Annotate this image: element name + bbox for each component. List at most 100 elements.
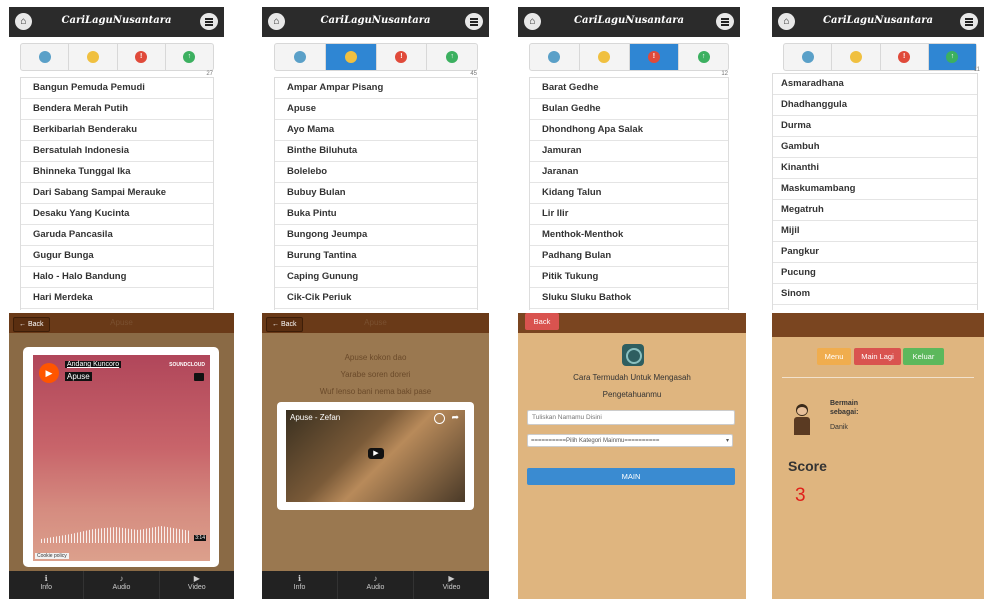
list-item[interactable]: Kidang Talun	[530, 183, 728, 204]
list-item[interactable]: Caping Gunung	[275, 267, 477, 288]
list-item[interactable]: Mijil	[773, 221, 977, 242]
tab-category-3[interactable]: !	[629, 44, 680, 70]
tab-category-4[interactable]: ↑	[928, 44, 976, 70]
list-item[interactable]: Cik-Cik Periuk	[275, 288, 477, 309]
alert-icon: !	[647, 51, 660, 63]
screen-quiz-start: Back Cara Termudah Untuk Mengasah Penget…	[518, 313, 746, 599]
tab-category-3[interactable]: !	[118, 44, 166, 70]
nav-info[interactable]: ℹ Info	[262, 571, 338, 599]
list-item[interactable]: Gugur Bunga	[21, 246, 213, 267]
list-item[interactable]: Padhang Bulan	[530, 246, 728, 267]
player-name: Danik	[830, 424, 848, 431]
list-item[interactable]: Ayo Mama	[275, 120, 477, 141]
list-item[interactable]: Bangun Pemuda Pemudi	[21, 78, 213, 99]
list-item[interactable]: Maskumambang	[773, 179, 977, 200]
menu-icon[interactable]	[200, 13, 218, 30]
list-item[interactable]: Pucung	[773, 263, 977, 284]
list-item[interactable]: Pitik Tukung	[530, 267, 728, 288]
list-item[interactable]: Buka Pintu	[275, 204, 477, 225]
list-item[interactable]: Kinanthi	[773, 158, 977, 179]
screen-score: Menu Main Lagi Keluar Bermain sebagai: D…	[772, 313, 984, 599]
category-select[interactable]: ==========Pilih Kategori Mainmu=========…	[527, 434, 733, 447]
youtube-player[interactable]: Apuse - Zefan ➦ ▶	[286, 410, 465, 502]
nav-info[interactable]: ℹ Info	[9, 571, 85, 599]
soundcloud-player[interactable]: ▶ Andang Kuncoro Apuse SOUNDCLOUD 3:14 C…	[33, 355, 210, 561]
app-header: ⌂ CariLaguNusantara	[518, 7, 740, 37]
list-item[interactable]: Megatruh	[773, 200, 977, 221]
share-icon[interactable]: ➦	[451, 412, 459, 423]
menu-button[interactable]: Menu	[817, 348, 851, 365]
song-list: Asmaradhana Dhadhanggula Durma Gambuh Ki…	[772, 73, 978, 310]
list-item[interactable]: Garuda Pancasila	[21, 225, 213, 246]
list-item[interactable]: Bersatulah Indonesia	[21, 141, 213, 162]
list-item[interactable]: Burung Tantina	[275, 246, 477, 267]
tab-category-1[interactable]	[21, 44, 70, 70]
tab-category-1[interactable]	[530, 44, 580, 70]
list-item[interactable]: Dhondhong Apa Salak	[530, 120, 728, 141]
list-item[interactable]: Bungong Jeumpa	[275, 225, 477, 246]
back-button[interactable]: Back	[525, 313, 559, 330]
list-item[interactable]: Bhinneka Tunggal Ika	[21, 162, 213, 183]
list-item[interactable]: Pangkur	[773, 242, 977, 263]
list-item[interactable]: Bendera Merah Putih	[21, 99, 213, 120]
name-input[interactable]	[527, 410, 735, 425]
list-item[interactable]: Sinom	[773, 284, 977, 305]
tab-category-1[interactable]	[275, 44, 326, 70]
list-item[interactable]: Bolelebo	[275, 162, 477, 183]
list-item[interactable]: Desaku Yang Kucinta	[21, 204, 213, 225]
list-item[interactable]: Ampar Ampar Pisang	[275, 78, 477, 99]
list-item[interactable]: Hari Merdeka	[21, 288, 213, 309]
list-item[interactable]: Barat Gedhe	[530, 78, 728, 99]
list-item[interactable]: Lir Ilir	[530, 204, 728, 225]
list-item[interactable]: Berkibarlah Benderaku	[21, 120, 213, 141]
tab-category-2[interactable]	[832, 44, 881, 70]
cookie-policy-link[interactable]: Cookie policy	[35, 553, 69, 559]
menu-icon[interactable]	[960, 13, 978, 30]
list-item[interactable]: Menthok-Menthok	[530, 225, 728, 246]
tab-category-2[interactable]	[69, 44, 118, 70]
list-item[interactable]: Sluku Sluku Bathok	[530, 288, 728, 309]
nav-video[interactable]: ▶ Video	[414, 571, 489, 599]
tab-category-3[interactable]: !	[881, 44, 929, 70]
list-item[interactable]: Bulan Gedhe	[530, 99, 728, 120]
artist-name[interactable]: Andang Kuncoro	[65, 361, 122, 368]
list-item[interactable]: Asmaradhana	[773, 74, 977, 95]
tab-category-2[interactable]	[580, 44, 630, 70]
share-icon[interactable]	[194, 373, 204, 381]
list-item[interactable]: Jaranan	[530, 162, 728, 183]
select-value: ==========Pilih Kategori Mainmu=========…	[531, 438, 660, 444]
alert-icon: !	[395, 51, 408, 63]
video-play-button[interactable]: ▶	[368, 448, 384, 459]
clock-icon[interactable]	[434, 413, 445, 424]
tab-category-2[interactable]	[325, 44, 377, 70]
keluar-button[interactable]: Keluar	[903, 348, 944, 365]
list-item[interactable]: Halo - Halo Bandung	[21, 267, 213, 288]
list-item[interactable]: Durma	[773, 116, 977, 137]
list-item[interactable]: Jamuran	[530, 141, 728, 162]
lyric-line: Wuf lenso bani nema baki pase	[319, 387, 432, 396]
nav-audio[interactable]: ♪ Audio	[84, 571, 160, 599]
list-item[interactable]: Apuse	[275, 99, 477, 120]
list-item[interactable]: Bubuy Bulan	[275, 183, 477, 204]
list-item[interactable]: Dhadhanggula	[773, 95, 977, 116]
play-button[interactable]: ▶	[39, 363, 59, 383]
waveform	[41, 526, 191, 543]
list-item[interactable]: Gambuh	[773, 137, 977, 158]
top-bar	[772, 313, 984, 337]
tab-category-4[interactable]: ↑	[679, 44, 728, 70]
screen-video: ← Back Apuse Apuse kokon dao Yarabe sore…	[262, 313, 489, 599]
list-item[interactable]: Dari Sabang Sampai Merauke	[21, 183, 213, 204]
tab-category-4[interactable]: ↑	[166, 44, 213, 70]
main-lagi-button[interactable]: Main Lagi	[854, 348, 901, 365]
list-item[interactable]: Binthe Biluhuta	[275, 141, 477, 162]
nav-video[interactable]: ▶ Video	[160, 571, 234, 599]
tab-category-3[interactable]: !	[377, 44, 428, 70]
menu-icon[interactable]	[465, 13, 483, 30]
app-header: ⌂ CariLaguNusantara	[9, 7, 224, 37]
tab-category-1[interactable]	[784, 44, 833, 70]
tab-category-4[interactable]: ↑	[427, 44, 477, 70]
nav-audio[interactable]: ♪ Audio	[338, 571, 414, 599]
menu-icon[interactable]	[716, 13, 734, 30]
nav-label: Audio	[366, 584, 385, 591]
main-button[interactable]: MAIN	[527, 468, 735, 485]
